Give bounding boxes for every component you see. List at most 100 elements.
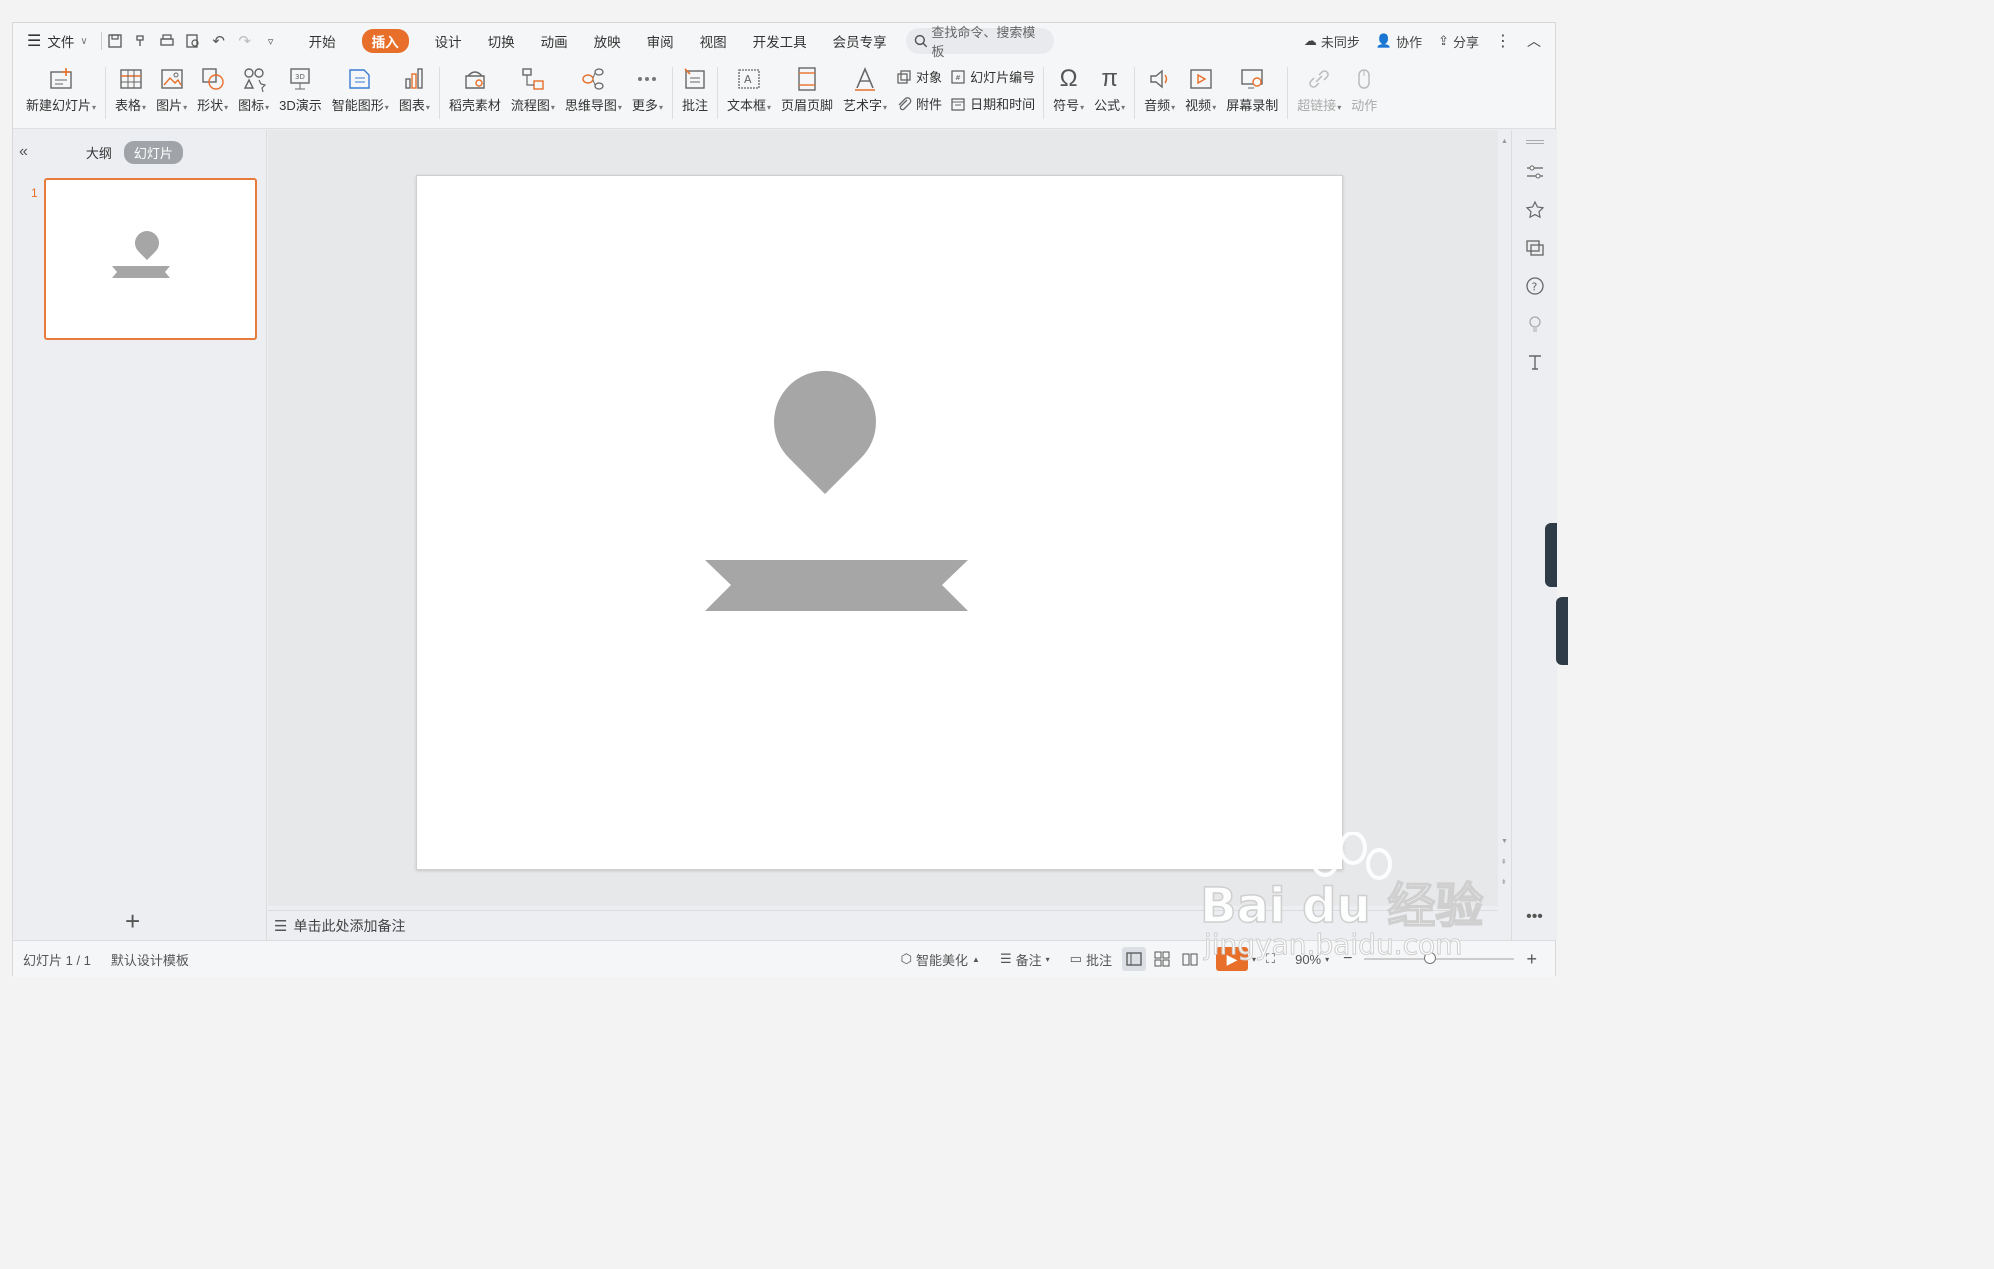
tab-member[interactable]: 会员专享 xyxy=(820,23,900,59)
collab-button[interactable]: 👤 协作 xyxy=(1368,32,1430,51)
wordart-button[interactable]: 艺术字▾ xyxy=(838,59,892,123)
help-icon[interactable]: ? xyxy=(1525,276,1545,296)
scroll-down-icon[interactable]: ▼ xyxy=(1501,838,1508,845)
tab-design[interactable]: 设计 xyxy=(422,23,475,59)
attachment-button[interactable]: 附件 xyxy=(896,94,942,113)
chart-button[interactable]: 图表▾ xyxy=(394,59,435,123)
drag-handle-icon[interactable] xyxy=(1525,140,1544,144)
zoom-slider-thumb[interactable] xyxy=(1424,952,1437,964)
action-button[interactable]: 动作 xyxy=(1346,59,1382,123)
comment-toggle-button[interactable]: ▭ 批注 xyxy=(1060,950,1122,969)
zoom-slider[interactable] xyxy=(1364,952,1515,964)
more-dots-icon xyxy=(634,63,660,95)
more-options-icon[interactable]: ⋮ xyxy=(1487,31,1519,51)
status-bar: 幻灯片 1 / 1 默认设计模板 ⬡ 智能美化 ▲ ☰ 备注 ▾ ▭ 批注 ▶ ▾ ⛶ 9… xyxy=(13,940,1555,977)
tab-animation[interactable]: 动画 xyxy=(528,23,581,59)
video-button[interactable]: 视频▾ xyxy=(1180,59,1221,123)
tab-review[interactable]: 审阅 xyxy=(634,23,687,59)
notes-toggle-button[interactable]: ☰ 备注 ▾ xyxy=(990,950,1060,969)
picture-button[interactable]: 图片▾ xyxy=(151,59,192,123)
zoom-in-button[interactable]: + xyxy=(1522,949,1555,970)
tab-home[interactable]: 开始 xyxy=(296,23,349,59)
comment-button[interactable]: 批注 xyxy=(677,59,713,123)
wps-presentation-window: ☰ 文件 ∨ ↶ ↷ ▿ 开始 插入 设计 切换 动画 放映 审阅 视图 开发工… xyxy=(12,22,1557,977)
mindmap-button[interactable]: 思维导图▾ xyxy=(560,59,627,123)
fit-window-button[interactable]: ⛶ xyxy=(1256,951,1285,967)
object-attachment-group: 对象 附件 xyxy=(892,59,946,113)
prev-page-icon[interactable]: ⇞ xyxy=(1501,858,1507,866)
header-footer-button[interactable]: 页眉页脚 xyxy=(776,59,838,123)
next-page-icon[interactable]: ⇟ xyxy=(1501,878,1507,886)
text-format-icon[interactable] xyxy=(1525,352,1545,372)
datetime-button[interactable]: 日期和时间 xyxy=(950,94,1035,113)
tab-insert[interactable]: 插入 xyxy=(349,23,422,59)
file-menu[interactable]: ☰ 文件 ∨ xyxy=(13,23,101,59)
hyperlink-button[interactable]: 超链接▾ xyxy=(1292,59,1346,123)
symbol-button[interactable]: Ω 符号▾ xyxy=(1048,59,1089,123)
notes-icon: ☰ xyxy=(274,917,288,935)
sync-button[interactable]: ☁ 未同步 xyxy=(1296,32,1368,51)
template-name[interactable]: 默认设计模板 xyxy=(101,950,199,969)
zoom-select[interactable]: 90% ▾ xyxy=(1285,952,1339,967)
slide-index: 1 xyxy=(31,186,38,200)
normal-view-button[interactable] xyxy=(1121,947,1146,971)
undo-icon[interactable]: ↶ xyxy=(206,23,232,59)
tab-outline[interactable]: 大纲 xyxy=(86,143,112,162)
slide-thumbnail-1[interactable] xyxy=(44,178,257,340)
tab-developer[interactable]: 开发工具 xyxy=(740,23,820,59)
share-button[interactable]: ⇪ 分享 xyxy=(1430,32,1487,51)
3d-demo-button[interactable]: 3D 3D演示 xyxy=(274,59,327,123)
icon-button[interactable]: 图标▾ xyxy=(233,59,274,123)
ribbon-banner-shape[interactable] xyxy=(705,560,968,611)
flowchart-button[interactable]: 流程图▾ xyxy=(506,59,560,123)
add-slide-button[interactable]: + xyxy=(125,906,140,937)
table-button[interactable]: 表格▾ xyxy=(110,59,151,123)
chart-icon xyxy=(401,63,427,95)
vertical-scrollbar[interactable]: ▲ ▼ ⇞ ⇟ xyxy=(1498,130,1511,906)
customize-quick-access-icon[interactable]: ▿ xyxy=(258,23,284,59)
tab-slides[interactable]: 幻灯片 xyxy=(123,140,183,164)
formula-button[interactable]: π 公式▾ xyxy=(1089,59,1130,123)
play-slideshow-button[interactable]: ▶ xyxy=(1215,947,1248,971)
tab-transition[interactable]: 切换 xyxy=(475,23,528,59)
screen-record-button[interactable]: 屏幕录制 xyxy=(1221,59,1283,123)
zoom-out-button[interactable]: − xyxy=(1339,950,1356,968)
collapse-ribbon-icon[interactable]: ︿ xyxy=(1519,31,1555,51)
beautify-button[interactable]: ⬡ 智能美化 ▲ xyxy=(891,950,990,969)
scroll-up-icon[interactable]: ▲ xyxy=(1501,138,1508,145)
format-painter-icon[interactable] xyxy=(128,23,154,59)
lightbulb-icon[interactable] xyxy=(1525,314,1545,334)
fit-screen-icon: ⛶ xyxy=(1265,951,1276,966)
save-icon[interactable] xyxy=(102,23,128,59)
object-button[interactable]: 对象 xyxy=(896,67,942,86)
side-widget-tab[interactable] xyxy=(1545,523,1557,587)
collapse-panel-icon[interactable]: « xyxy=(19,143,28,161)
print-icon[interactable] xyxy=(154,23,180,59)
shape-button[interactable]: 形状▾ xyxy=(192,59,233,123)
sorter-view-button[interactable] xyxy=(1150,947,1174,971)
star-icon[interactable] xyxy=(1525,200,1545,220)
reading-view-button[interactable] xyxy=(1178,947,1202,971)
tab-slideshow[interactable]: 放映 xyxy=(581,23,634,59)
textbox-button[interactable]: A 文本框▾ xyxy=(722,59,776,123)
slide-1[interactable] xyxy=(416,175,1343,870)
slide-number-button[interactable]: # 幻灯片编号 xyxy=(950,67,1035,86)
redo-icon[interactable]: ↷ xyxy=(232,23,258,59)
properties-icon[interactable] xyxy=(1525,162,1545,182)
more-button[interactable]: 更多▾ xyxy=(627,59,668,123)
slide-transition-icon[interactable] xyxy=(1525,238,1545,258)
notes-pane[interactable]: ☰ 单击此处添加备注 xyxy=(268,910,1498,940)
audio-button[interactable]: 音频▾ xyxy=(1139,59,1180,123)
smartart-button[interactable]: 智能图形▾ xyxy=(327,59,394,123)
print-preview-icon[interactable] xyxy=(180,23,206,59)
teardrop-shape[interactable] xyxy=(774,370,876,494)
insert-ribbon: 新建幻灯片▾ 表格▾ 图片▾ 形状▾ 图标▾ 3D 3D演示 智能图形▾ 图表▾… xyxy=(13,59,1555,129)
tab-view[interactable]: 视图 xyxy=(687,23,740,59)
material-button[interactable]: 稻壳素材 xyxy=(444,59,506,123)
side-widget-tab-2[interactable] xyxy=(1556,597,1568,665)
new-slide-button[interactable]: 新建幻灯片▾ xyxy=(21,59,101,123)
flowchart-icon xyxy=(520,63,546,95)
3d-icon: 3D xyxy=(287,63,313,95)
search-input[interactable]: 查找命令、搜索模板 xyxy=(905,25,1054,59)
more-panels-icon[interactable]: ••• xyxy=(1526,908,1543,926)
